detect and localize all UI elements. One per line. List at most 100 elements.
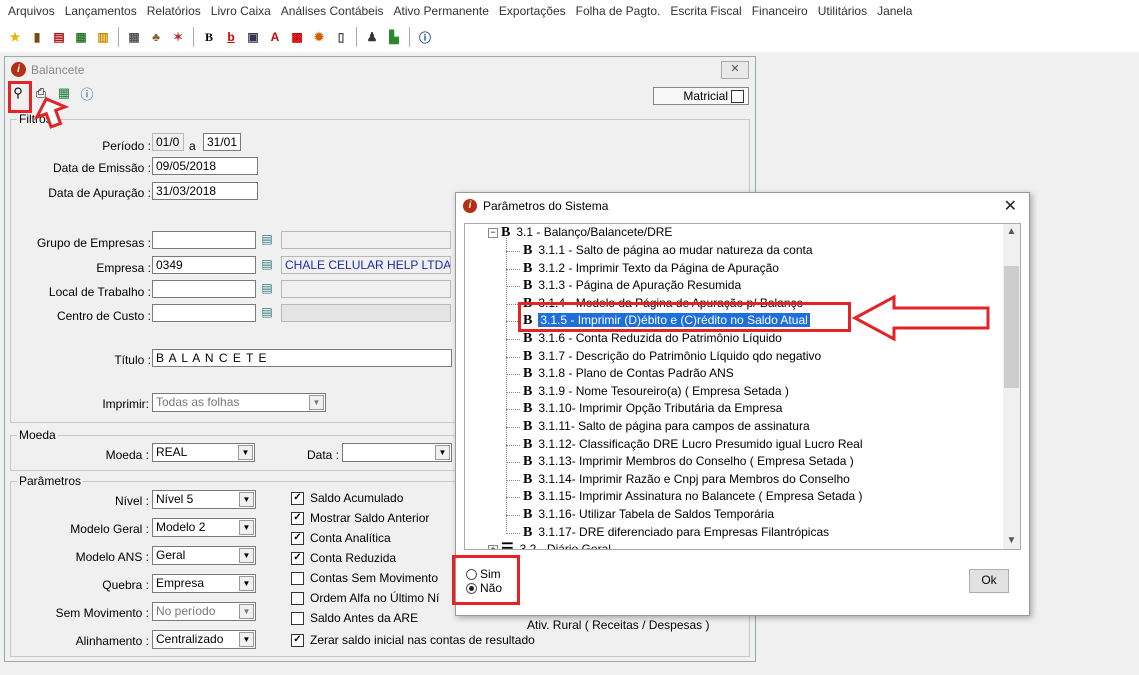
people-icon[interactable]: ♣ xyxy=(148,29,164,45)
empresa-lookup-icon[interactable]: ▤ xyxy=(258,257,276,273)
tools-icon[interactable]: ✶ xyxy=(170,29,186,45)
matricial-checkbox[interactable]: Matricial xyxy=(653,87,749,105)
ativ-rural-checkbox[interactable]: Ativ. Rural ( Receitas / Despesas ) xyxy=(515,618,710,632)
chevron-down-icon[interactable]: ▼ xyxy=(239,576,254,591)
param-checkbox[interactable]: Saldo Antes da ARE xyxy=(291,611,418,625)
menu-item[interactable]: Folha de Pagto. xyxy=(571,4,666,18)
tree-collapse-icon[interactable]: − xyxy=(488,228,498,238)
apuracao-input[interactable]: 31/03/2018 xyxy=(152,182,258,200)
nivel-select[interactable]: Nível 5 ▼ xyxy=(152,490,256,509)
ans-select[interactable]: Geral ▼ xyxy=(152,546,256,565)
tree-item[interactable]: B 3.1.2 - Imprimir Texto da Página de Apu… xyxy=(523,260,779,277)
emissao-input[interactable]: 09/05/2018 xyxy=(152,157,258,175)
tree-item[interactable]: B 3.1.3 - Página de Apuração Resumida xyxy=(523,277,741,294)
local-input[interactable] xyxy=(152,280,256,298)
dialog-close-button[interactable]: ✕ xyxy=(1004,196,1017,216)
menu-item[interactable]: Ativo Permanente xyxy=(389,4,494,18)
ok-button[interactable]: Ok xyxy=(969,569,1009,593)
tree-item[interactable]: B 3.1.8 - Plano de Contas Padrão ANS xyxy=(523,365,734,382)
tree-item[interactable]: B 3.1.7 - Descrição do Patrimônio Líquido… xyxy=(523,348,821,365)
menu-item[interactable]: Relatórios xyxy=(142,4,206,18)
local-lookup-icon[interactable]: ▤ xyxy=(258,281,276,297)
scroll-thumb[interactable] xyxy=(1004,266,1019,388)
window-close-button[interactable]: ✕ xyxy=(721,61,749,79)
star-icon[interactable]: ★ xyxy=(7,29,23,45)
text-a-icon[interactable]: A xyxy=(267,29,283,45)
data-select[interactable]: ▼ xyxy=(342,443,452,462)
modelo-select[interactable]: Modelo 2 ▼ xyxy=(152,518,256,537)
chevron-down-icon[interactable]: ▼ xyxy=(239,604,254,619)
chevron-down-icon[interactable]: ▼ xyxy=(435,445,450,460)
titulo-input[interactable]: B A L A N C E T E xyxy=(152,349,452,367)
imprimir-select[interactable]: Todas as folhas ▼ xyxy=(152,393,326,412)
menu-item[interactable]: Utilitários xyxy=(813,4,872,18)
checkbox-box[interactable] xyxy=(291,611,304,625)
tree-item[interactable]: B 3.1.12- Classificação DRE Lucro Presumi… xyxy=(523,436,863,453)
centro-input[interactable] xyxy=(152,304,256,322)
grupo-input[interactable] xyxy=(152,231,256,249)
tree-item[interactable]: B 3.1.11- Salto de página para campos de … xyxy=(523,418,810,435)
menu-item[interactable]: Janela xyxy=(872,4,917,18)
empresa-input[interactable]: 0349 xyxy=(152,256,256,274)
alinh-select[interactable]: Centralizado ▼ xyxy=(152,630,256,649)
menu-item[interactable]: Financeiro xyxy=(747,4,813,18)
tree-item[interactable]: B 3.1.9 - Nome Tesoureiro(a) ( Empresa Se… xyxy=(523,383,789,400)
scroll-down-icon[interactable]: ▼ xyxy=(1003,533,1020,549)
semmov-select[interactable]: No período ▼ xyxy=(152,602,256,621)
menu-item[interactable]: Lançamentos xyxy=(60,4,142,18)
help-icon[interactable]: ⓘ xyxy=(78,84,96,102)
grupo-lookup-icon[interactable]: ▤ xyxy=(258,232,276,248)
window-icon[interactable]: ▣ xyxy=(245,29,261,45)
tree-scrollbar[interactable]: ▲ ▼ xyxy=(1003,224,1020,549)
tree-item[interactable]: B 3.1.1 - Salto de página ao mudar nature… xyxy=(523,242,813,259)
matricial-box[interactable] xyxy=(731,89,744,103)
tree-parent-item[interactable]: B 3.1 - Balanço/Balancete/DRE xyxy=(501,224,672,241)
chevron-down-icon[interactable]: ▼ xyxy=(239,548,254,563)
scroll-up-icon[interactable]: ▲ xyxy=(1003,224,1020,240)
chevron-down-icon[interactable]: ▼ xyxy=(238,445,253,460)
users-icon[interactable]: ♟ xyxy=(364,29,380,45)
checkmark-icon[interactable]: ✓ xyxy=(291,511,304,525)
chevron-down-icon[interactable]: ▼ xyxy=(239,492,254,507)
tree-item[interactable]: B 3.1.6 - Conta Reduzida do Patrimônio Lí… xyxy=(523,330,782,347)
ledger-icon[interactable]: ▤ xyxy=(51,29,67,45)
tree-item[interactable]: B 3.1.13- Imprimir Membros do Conselho ( … xyxy=(523,453,854,470)
param-checkbox[interactable]: Contas Sem Movimento xyxy=(291,571,438,585)
red-b-icon[interactable]: b xyxy=(223,29,239,45)
centro-lookup-icon[interactable]: ▤ xyxy=(258,305,276,321)
tree-expand-icon[interactable]: + xyxy=(488,545,498,549)
param-checkbox[interactable]: ✓ Mostrar Saldo Anterior xyxy=(291,511,429,525)
grid-icon[interactable]: ▦ xyxy=(126,29,142,45)
parameters-tree[interactable]: ▲ ▼ − B 3.1 - Balanço/Balancete/DRE B 3.1.1 … xyxy=(464,223,1021,550)
moeda-select[interactable]: REAL ▼ xyxy=(152,443,255,462)
info-icon[interactable]: ⓘ xyxy=(417,29,433,45)
document-icon[interactable]: ▯ xyxy=(333,29,349,45)
quebra-select[interactable]: Empresa ▼ xyxy=(152,574,256,593)
menu-item[interactable]: Exportações xyxy=(494,4,571,18)
chevron-down-icon[interactable]: ▼ xyxy=(239,520,254,535)
param-checkbox[interactable]: Ordem Alfa no Último Ní xyxy=(291,591,439,605)
calendar-icon[interactable]: ▩ xyxy=(289,29,305,45)
book-icon[interactable]: ▮ xyxy=(29,29,45,45)
bold-b-icon[interactable]: B xyxy=(201,29,217,45)
tree-group-item[interactable]: ☰ 3.2 - Diário Geral xyxy=(501,541,611,549)
money-icon[interactable]: ▦ xyxy=(73,29,89,45)
param-checkbox[interactable]: ✓ Zerar saldo inicial nas contas de resul… xyxy=(291,633,535,647)
tree-item[interactable]: B 3.1.15- Imprimir Assinatura no Balancet… xyxy=(523,488,863,505)
checkbox-box[interactable] xyxy=(291,591,304,605)
periodo-to-input[interactable]: 31/01 xyxy=(203,133,241,151)
checkbox-box[interactable] xyxy=(291,571,304,585)
param-checkbox[interactable]: ✓ Saldo Acumulado xyxy=(291,491,403,505)
gear-icon[interactable]: ✹ xyxy=(311,29,327,45)
calculator-icon[interactable]: ▥ xyxy=(95,29,111,45)
param-checkbox[interactable]: ✓ Conta Reduzida xyxy=(291,551,396,565)
menu-item[interactable]: Análises Contábeis xyxy=(276,4,389,18)
chart-icon[interactable]: ▙ xyxy=(386,29,402,45)
periodo-from-input[interactable]: 01/0 xyxy=(152,133,184,151)
chevron-down-icon[interactable]: ▼ xyxy=(309,395,324,410)
checkmark-icon[interactable]: ✓ xyxy=(291,551,304,565)
menu-item[interactable]: Livro Caixa xyxy=(206,4,276,18)
tree-item[interactable]: B 3.1.14- Imprimir Razão e Cnpj para Memb… xyxy=(523,471,850,488)
menu-item[interactable]: Arquivos xyxy=(0,4,60,18)
chevron-down-icon[interactable]: ▼ xyxy=(239,632,254,647)
